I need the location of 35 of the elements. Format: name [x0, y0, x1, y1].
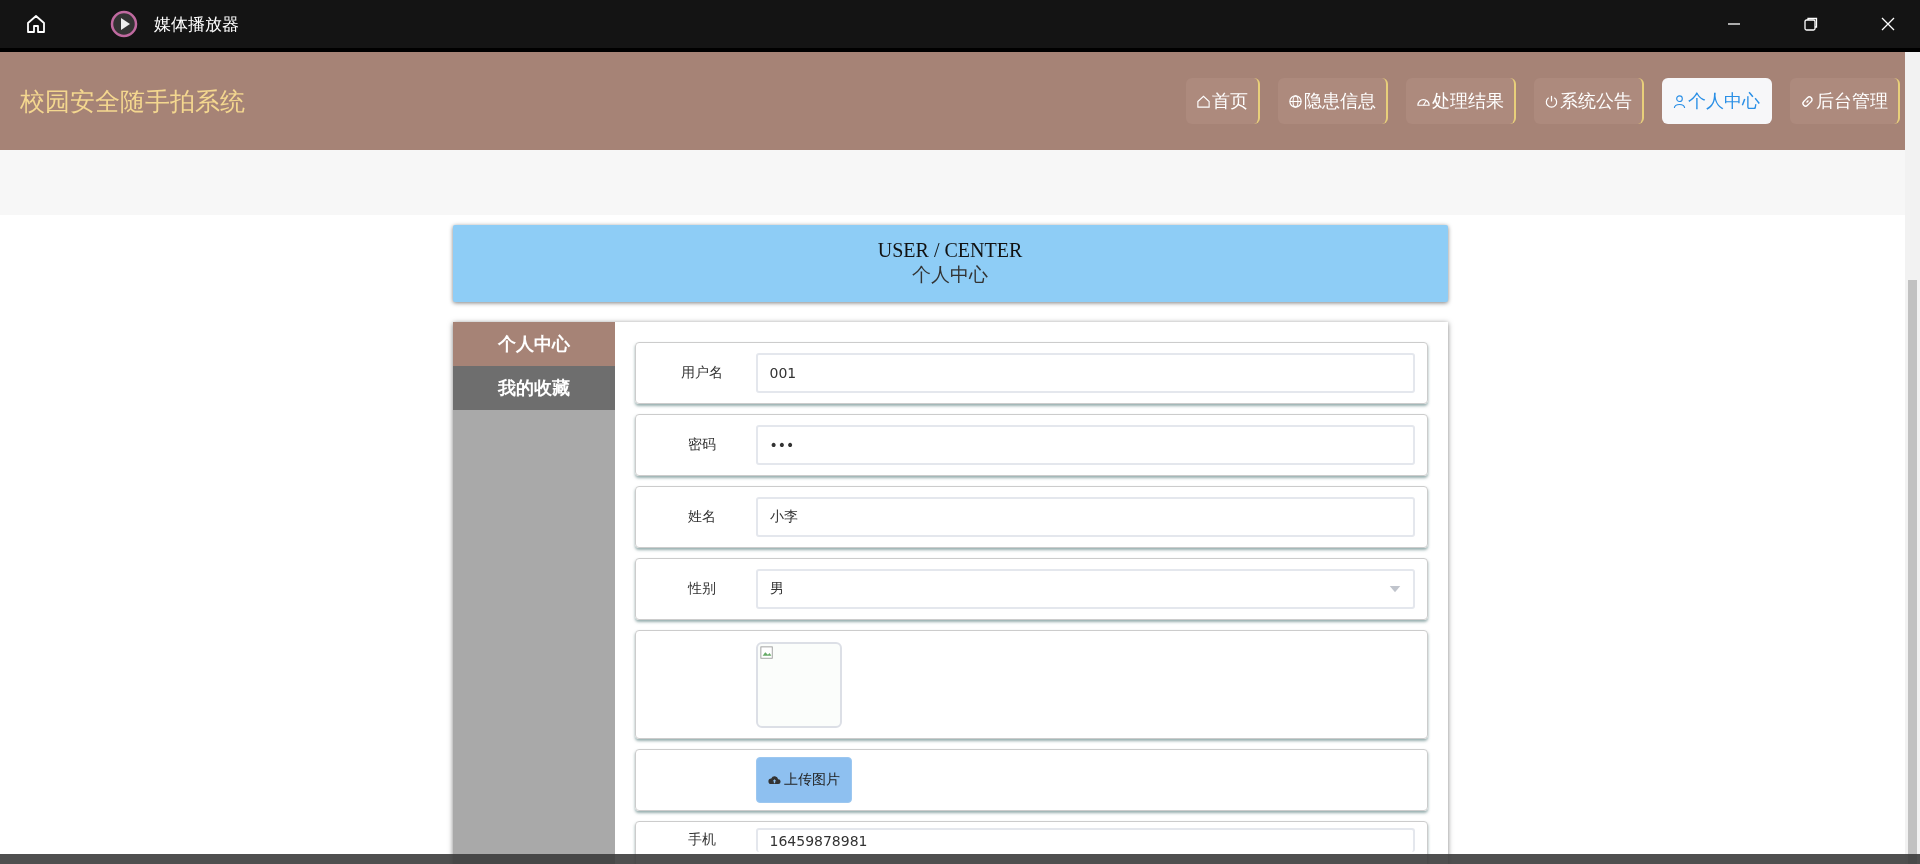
field-label: 密码	[686, 436, 717, 454]
site-title: 校园安全随手拍系统	[20, 85, 246, 118]
close-icon[interactable]	[1880, 16, 1896, 32]
banner-title: USER / CENTER	[877, 239, 1023, 262]
broken-image-icon	[759, 645, 774, 660]
globe-icon	[1288, 93, 1303, 109]
nav-tab[interactable]: 系统公告	[1534, 78, 1644, 124]
power-icon	[1544, 93, 1559, 109]
upload-button[interactable]: 上传图片	[755, 757, 852, 803]
field-label: 性别	[686, 580, 717, 598]
banner-subtitle: 个人中心	[912, 263, 988, 287]
cloud-upload-icon	[767, 775, 781, 785]
sidebar-item[interactable]: 个人中心	[452, 322, 615, 366]
nav-tab[interactable]: 隐患信息	[1278, 78, 1388, 124]
input-field[interactable]: 16459878981	[755, 828, 1415, 852]
nav-tab[interactable]: 后台管理	[1790, 78, 1900, 124]
input-field[interactable]: 小李	[755, 497, 1415, 537]
home-icon	[1196, 93, 1211, 109]
input-field[interactable]: •••	[755, 425, 1415, 465]
window-title: 媒体播放器	[154, 12, 239, 36]
play-icon	[110, 10, 138, 38]
input-field[interactable]: 001	[755, 353, 1415, 393]
link-icon	[1800, 93, 1815, 109]
user-icon	[1672, 93, 1687, 109]
dropdown-icon	[1388, 585, 1401, 593]
nav-tab[interactable]: 首页	[1186, 78, 1260, 124]
sidebar-item[interactable]: 我的收藏	[452, 366, 615, 410]
restore-icon[interactable]	[1803, 16, 1819, 32]
field-label: 姓名	[686, 508, 717, 526]
field-label: 用户名	[679, 364, 724, 382]
home-icon[interactable]	[24, 12, 48, 36]
nav-tab[interactable]: 个人中心	[1662, 78, 1772, 124]
gender-select[interactable]: 男	[755, 569, 1415, 609]
nav-tab[interactable]: 处理结果	[1406, 78, 1516, 124]
field-label: 手机	[686, 830, 717, 849]
